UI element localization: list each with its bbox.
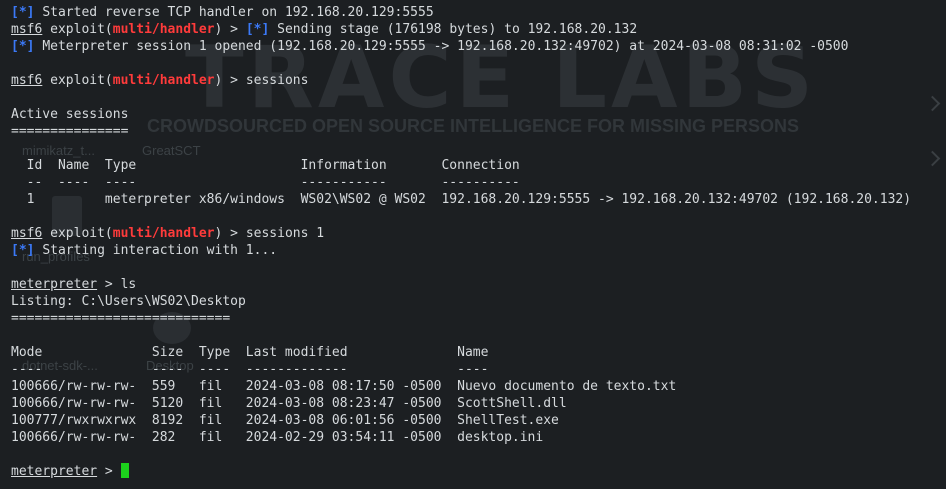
command-line-sessions: msf6 exploit(multi/handler) > sessions (11, 73, 309, 88)
module-name: multi/handler (112, 73, 215, 88)
info-marker: [*] (11, 243, 35, 258)
meterpreter-prompt: meterpreter (11, 277, 98, 292)
info-marker: [*] (245, 22, 270, 37)
listing-separator: ============================ (11, 311, 231, 326)
files-table-dashes: ---- ---- ---- ------------- ---- (11, 362, 489, 377)
msf-prompt: msf6 (11, 73, 43, 88)
sessions-table-header: Id Name Type Information Connection (11, 158, 520, 173)
files-table-header: Mode Size Type Last modified Name (11, 345, 489, 360)
active-sessions-separator: =============== (11, 124, 129, 139)
command-line-sessions-1: msf6 exploit(multi/handler) > sessions 1 (11, 226, 325, 241)
listing-path: Listing: C:\Users\WS02\Desktop (11, 294, 246, 309)
file-row: 100666/rw-rw-rw- 282 fil 2024-02-29 03:5… (11, 430, 544, 445)
log-line-session-opened: [*] Meterpreter session 1 opened (192.16… (11, 39, 849, 54)
module-name: multi/handler (112, 226, 215, 241)
command-line-ls: meterpreter > ls (11, 277, 137, 292)
active-prompt-line[interactable]: meterpreter > (11, 463, 946, 480)
active-sessions-title: Active sessions (11, 107, 129, 122)
log-line-handler: [*] Started reverse TCP handler on 192.1… (11, 5, 434, 20)
file-row: 100666/rw-rw-rw- 559 fil 2024-03-08 08:1… (11, 379, 677, 394)
module-name: multi/handler (112, 22, 215, 37)
sessions-table-dashes: -- ---- ---- ----------- ---------- (11, 175, 520, 190)
info-marker: [*] (11, 5, 35, 20)
msf-prompt: msf6 (11, 226, 43, 241)
meterpreter-prompt: meterpreter (11, 464, 98, 479)
file-row: 100666/rw-rw-rw- 5120 fil 2024-03-08 08:… (11, 396, 567, 411)
sessions-table-row: 1 meterpreter x86/windows WS02\WS02 @ WS… (11, 192, 912, 207)
terminal-output[interactable]: [*] Started reverse TCP handler on 192.1… (11, 4, 946, 480)
log-line-interaction: [*] Starting interaction with 1... (11, 243, 278, 258)
file-row: 100777/rwxrwxrwx 8192 fil 2024-03-08 06:… (11, 413, 559, 428)
command-text: sessions (245, 73, 309, 88)
info-marker: [*] (11, 39, 35, 54)
command-text: ls (120, 277, 137, 292)
msf-prompt: msf6 (11, 22, 43, 37)
text-cursor[interactable] (120, 463, 129, 478)
log-line-stage: msf6 exploit(multi/handler) > [*] Sendin… (11, 22, 638, 37)
command-text: sessions 1 (245, 226, 325, 241)
